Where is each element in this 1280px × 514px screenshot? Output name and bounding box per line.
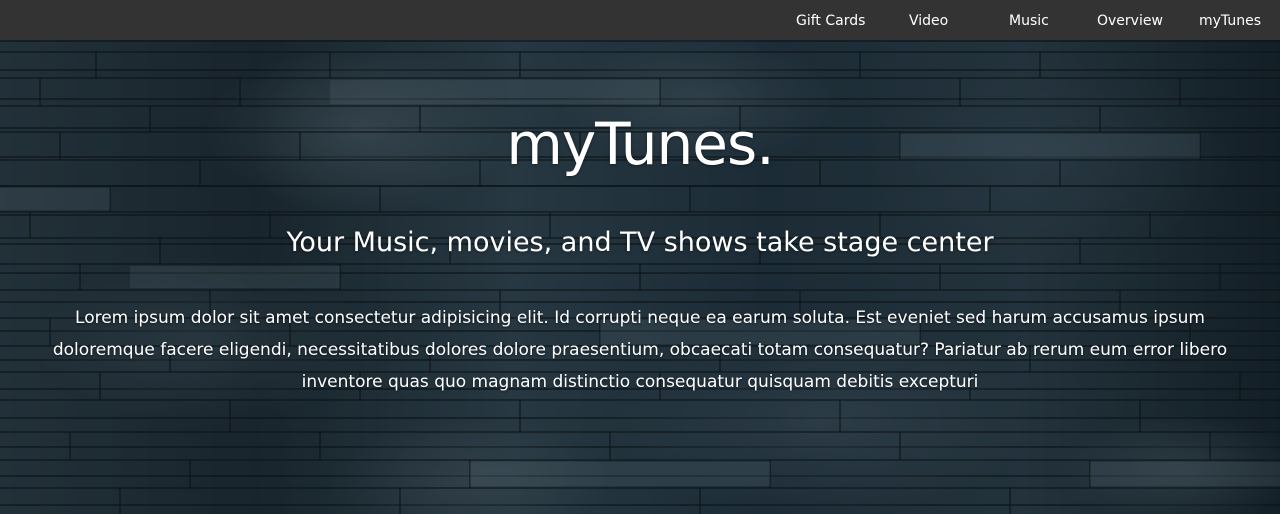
hero-paragraph: Lorem ipsum dolor sit amet consectetur a… [52,308,1228,392]
nav-link-video[interactable]: Video [909,0,948,40]
top-navbar: Gift Cards Video Music Overview myTunes [0,0,1280,40]
nav-link-music[interactable]: Music [1009,0,1049,40]
nav-link-overview[interactable]: Overview [1097,0,1163,40]
nav-link-mytunes[interactable]: myTunes [1199,0,1261,40]
nav-link-gift-cards[interactable]: Gift Cards [796,0,865,40]
hero-section: myTunes. Your Music, movies, and TV show… [0,40,1280,514]
hero-content: myTunes. Your Music, movies, and TV show… [0,40,1280,514]
hero-title: myTunes. [506,110,774,178]
hero-subtitle: Your Music, movies, and TV shows take st… [286,227,994,258]
